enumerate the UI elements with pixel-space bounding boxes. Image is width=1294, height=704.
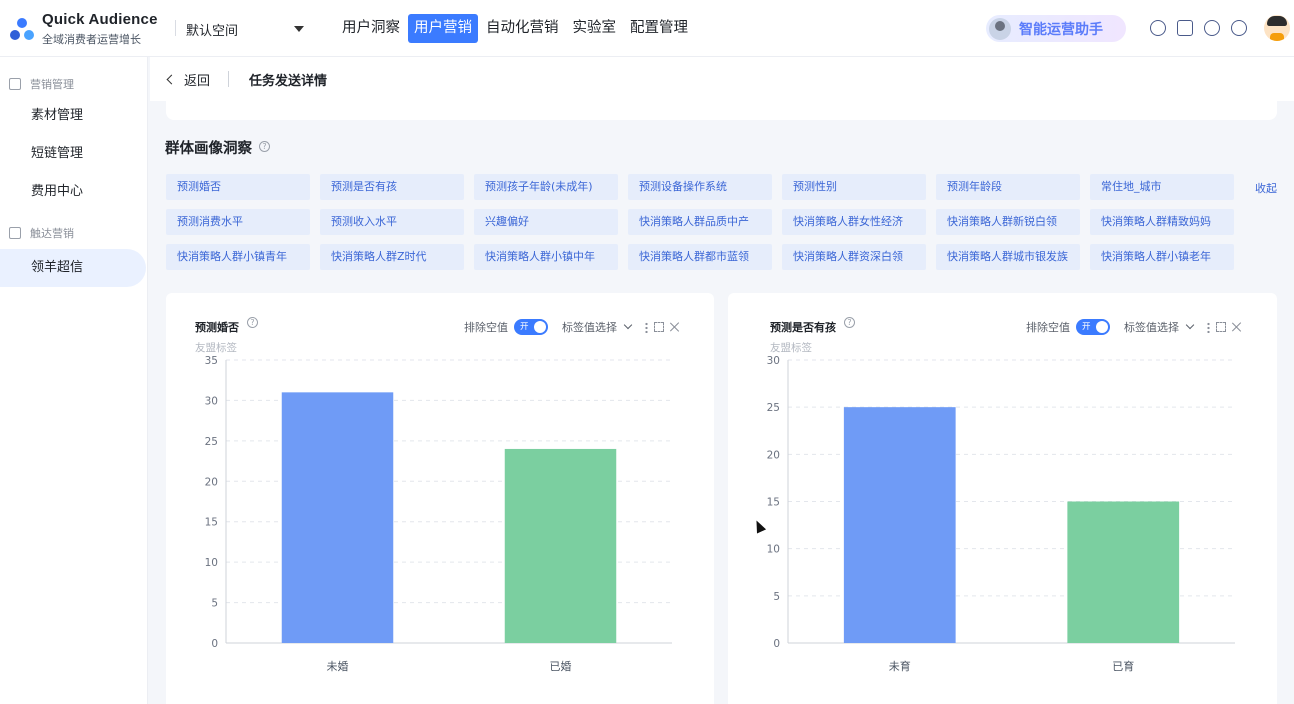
sidebar-item-shortlinks[interactable]: 短链管理 (0, 135, 147, 173)
y-tick-label: 30 (205, 395, 218, 407)
tag-chip[interactable]: 预测设备操作系统 (628, 174, 772, 200)
brand-name: Quick Audience (42, 11, 158, 28)
chevron-left-icon (166, 74, 177, 84)
sidebar-item-billing[interactable]: 费用中心 (0, 173, 147, 211)
y-tick-label: 5 (773, 591, 780, 603)
assistant-avatar (989, 17, 1011, 40)
back-label: 返回 (184, 73, 211, 89)
sidebar: 营销管理 素材管理 短链管理 费用中心 触达营销 领羊超信 (0, 57, 148, 704)
help-icon[interactable] (1204, 20, 1220, 36)
workspace-label: 默认空间 (186, 23, 239, 39)
page-title: 任务发送详情 (249, 73, 328, 89)
header-divider (175, 20, 176, 36)
tag-chip[interactable]: 快消策略人群女性经济 (782, 209, 926, 235)
nav-automation[interactable]: 自动化营销 (480, 14, 565, 43)
bar (281, 392, 394, 643)
sidebar-group-marketing: 营销管理 (0, 74, 147, 94)
nav-lab[interactable]: 实验室 (567, 14, 623, 43)
x-tick-label: 未婚 (327, 659, 349, 673)
y-tick-label: 25 (205, 436, 218, 448)
tag-chip[interactable]: 预测年龄段 (936, 174, 1080, 200)
chart-card-marital: 预测婚否 ? 友盟标签 排除空值 开 标签值选择 0 5 10 15 20 25 30 35 未… (166, 293, 714, 704)
bar (1067, 501, 1180, 643)
x-tick-label: 未育 (889, 659, 911, 673)
tag-chip[interactable]: 预测孩子年龄(未成年) (474, 174, 618, 200)
y-tick-label: 5 (211, 598, 218, 610)
section-title: 群体画像洞察 (165, 141, 252, 157)
summary-card-bottom (166, 101, 1277, 120)
sidebar-group-label: 触达营销 (30, 227, 74, 240)
y-tick-label: 0 (211, 638, 218, 650)
layers-icon (9, 78, 21, 90)
bar (504, 448, 617, 643)
y-tick-label: 20 (205, 476, 218, 488)
caret-down-icon (294, 26, 304, 32)
tag-chip[interactable]: 预测婚否 (166, 174, 310, 200)
collapse-link[interactable]: 收起 (1255, 180, 1277, 196)
tag-chip[interactable]: 快消策略人群小镇青年 (166, 244, 310, 270)
y-tick-label: 25 (767, 402, 780, 414)
assistant-label: 智能运营助手 (1019, 21, 1103, 38)
tag-chip[interactable]: 快消策略人群小镇中年 (474, 244, 618, 270)
tag-chip[interactable]: 快消策略人群新锐白领 (936, 209, 1080, 235)
tag-chip[interactable]: 快消策略人群都市蓝领 (628, 244, 772, 270)
nav-config[interactable]: 配置管理 (624, 14, 694, 43)
y-tick-label: 35 (205, 355, 218, 367)
send-icon (9, 227, 21, 239)
ai-icon[interactable] (1150, 20, 1166, 36)
y-tick-label: 15 (205, 517, 218, 529)
user-avatar[interactable] (1264, 15, 1290, 41)
toolbox-icon[interactable] (1177, 20, 1193, 36)
tag-chip[interactable]: 快消策略人群品质中产 (628, 209, 772, 235)
tag-chip[interactable]: 快消策略人群小镇老年 (1090, 244, 1234, 270)
y-tick-label: 10 (205, 557, 218, 569)
sidebar-item-materials[interactable]: 素材管理 (0, 97, 147, 135)
tag-chip[interactable]: 兴趣偏好 (474, 209, 618, 235)
nav-user-marketing[interactable]: 用户营销 (408, 14, 478, 43)
assistant-button[interactable]: 智能运营助手 (986, 15, 1126, 42)
brand-subtitle: 全域消费者运营增长 (42, 33, 141, 46)
y-tick-label: 15 (767, 497, 780, 509)
tag-chip[interactable]: 快消策略人群Z时代 (320, 244, 464, 270)
sidebar-group-label: 营销管理 (30, 78, 74, 91)
y-tick-label: 10 (767, 544, 780, 556)
tag-chip[interactable]: 快消策略人群资深白领 (782, 244, 926, 270)
question-icon[interactable]: ? (259, 141, 270, 152)
app-header: Quick Audience 全域消费者运营增长 默认空间 用户洞察 用户营销 … (0, 0, 1294, 57)
x-tick-label: 已育 (1112, 659, 1134, 673)
logo-icon (10, 18, 34, 40)
bar-chart-marital: 0 5 10 15 20 25 30 35 未婚 已婚 (205, 355, 672, 673)
breadcrumb-divider (228, 71, 230, 87)
y-tick-label: 20 (767, 449, 780, 461)
tag-chip[interactable]: 预测性别 (782, 174, 926, 200)
back-button[interactable]: 返回 (166, 70, 211, 89)
y-tick-label: 30 (767, 355, 780, 367)
chart-card-children: 预测是否有孩 ? 友盟标签 排除空值 开 标签值选择 0 5 10 15 20 25 30 未… (728, 293, 1277, 704)
x-tick-label: 已婚 (550, 659, 572, 673)
tag-chip[interactable]: 快消策略人群精致妈妈 (1090, 209, 1234, 235)
sidebar-group-reach: 触达营销 (0, 223, 147, 243)
tag-chip[interactable]: 常住地_城市 (1090, 174, 1234, 200)
sidebar-item-lingyang[interactable]: 领羊超信 (0, 249, 146, 287)
header-icons (1150, 20, 1247, 36)
nav-user-insight[interactable]: 用户洞察 (336, 14, 406, 43)
tag-chip[interactable]: 预测是否有孩 (320, 174, 464, 200)
tag-chip[interactable]: 预测消费水平 (166, 209, 310, 235)
workspace-select[interactable]: 默认空间 (186, 18, 308, 40)
tag-chip[interactable]: 快消策略人群城市银发族 (936, 244, 1080, 270)
bar (843, 407, 956, 643)
y-tick-label: 0 (773, 638, 780, 650)
bar-chart-children: 0 5 10 15 20 25 30 未育 已育 (767, 355, 1235, 673)
globe-icon[interactable] (1231, 20, 1247, 36)
breadcrumb: 返回 任务发送详情 (150, 57, 1294, 101)
tag-chip[interactable]: 预测收入水平 (320, 209, 464, 235)
top-nav: 用户洞察 用户营销 自动化营销 实验室 配置管理 (336, 14, 696, 43)
